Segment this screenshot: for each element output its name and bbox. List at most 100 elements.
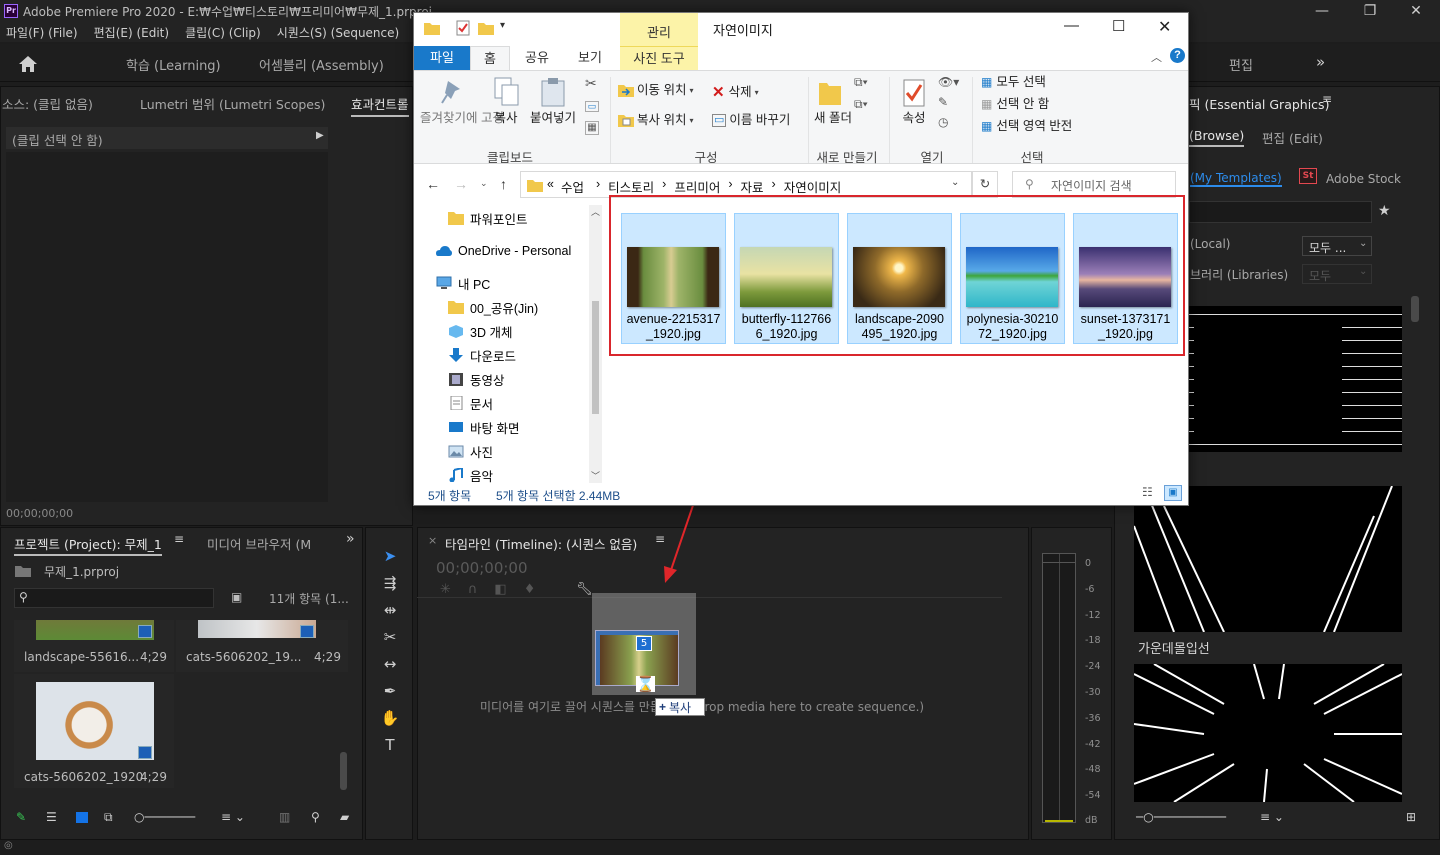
- home-icon[interactable]: [18, 55, 38, 73]
- forward-arrow-icon[interactable]: →: [454, 176, 468, 192]
- libraries-dropdown[interactable]: 모두 ⌄: [1302, 264, 1372, 284]
- template-thumbnail[interactable]: [1134, 664, 1402, 802]
- rename-button[interactable]: ▭ 이름 바꾸기: [712, 113, 790, 127]
- slip-tool-icon[interactable]: ↔: [379, 653, 401, 675]
- zoom-slider[interactable]: ○───────: [134, 810, 195, 824]
- freeform-view-icon[interactable]: ⧉: [104, 810, 113, 825]
- pin-to-quick-access-button[interactable]: 즐겨찾기에 고정: [420, 111, 504, 125]
- refresh-icon[interactable]: ↻: [972, 171, 998, 198]
- new-folder-button[interactable]: 새 폴더: [814, 111, 852, 125]
- new-bin-footer-icon[interactable]: ▰: [340, 810, 349, 824]
- close-icon[interactable]: ✕: [1392, 0, 1440, 22]
- pen-tool-icon[interactable]: ✒: [379, 680, 401, 702]
- wrench-icon[interactable]: 🔧︎: [576, 582, 593, 597]
- nav-item-powerpoint[interactable]: 파워포인트: [448, 206, 528, 230]
- recent-locations-icon[interactable]: ⌄: [480, 178, 488, 189]
- breadcrumb-item[interactable]: 티스토리: [608, 177, 654, 196]
- tab-home[interactable]: 홈: [470, 46, 510, 70]
- nav-item-this-pc[interactable]: 내 PC: [436, 271, 490, 295]
- large-icons-view-icon[interactable]: ▣: [1164, 485, 1182, 501]
- menu-sequence[interactable]: 시퀀스(S) (Sequence): [277, 24, 399, 41]
- selection-tool-icon[interactable]: ➤: [379, 545, 401, 567]
- icon-view-icon[interactable]: [76, 812, 88, 823]
- address-bar[interactable]: « 수업 › 티스토리 › 프리미어 › 자료 › 자연이미지 ⌄: [520, 171, 972, 198]
- scroll-thumb[interactable]: [592, 301, 599, 414]
- track-select-tool-icon[interactable]: ⇶: [379, 572, 401, 594]
- minimize-icon[interactable]: —: [1298, 0, 1346, 22]
- up-arrow-icon[interactable]: ↑: [500, 176, 507, 192]
- paste-button[interactable]: 붙여넣기: [526, 111, 580, 125]
- tab-browse[interactable]: (Browse): [1189, 128, 1245, 147]
- nav-item-music[interactable]: 음악: [448, 463, 493, 487]
- workspace-assembly[interactable]: 어셈블리 (Assembly): [259, 55, 384, 74]
- tab-file[interactable]: 파일: [414, 46, 470, 70]
- clip-select-dropdown[interactable]: (클립 선택 안 함) ▶: [6, 127, 328, 149]
- copy-to-button[interactable]: 복사 위치 ▾: [618, 113, 694, 127]
- new-item-icon[interactable]: ⧉▾: [854, 75, 868, 90]
- search-box[interactable]: ⚲ 자연이미지 검색: [1012, 171, 1176, 198]
- nav-item-pictures[interactable]: 사진: [448, 439, 493, 463]
- project-item[interactable]: cats-5606202_19... 4;29: [176, 620, 348, 672]
- nav-item-videos[interactable]: 동영상: [448, 367, 505, 391]
- more-tabs-icon[interactable]: »: [346, 531, 355, 547]
- menu-edit[interactable]: 편집(E) (Edit): [94, 24, 169, 41]
- workspace-learning[interactable]: 학습 (Learning): [126, 55, 221, 74]
- edit-icon[interactable]: ✎: [938, 95, 948, 109]
- tab-timeline[interactable]: 타임라인 (Timeline): (시퀀스 없음): [445, 534, 637, 553]
- project-item[interactable]: landscape-55616... 4;29: [14, 620, 174, 672]
- breadcrumb-item[interactable]: 자료: [741, 177, 764, 196]
- tab-picture-tools[interactable]: 사진 도구: [620, 46, 698, 70]
- tab-edit[interactable]: 편집 (Edit): [1262, 128, 1323, 147]
- cut-icon[interactable]: ✂: [585, 75, 597, 92]
- type-tool-icon[interactable]: T: [379, 734, 401, 756]
- history-icon[interactable]: ◷: [938, 115, 948, 129]
- nav-item-downloads[interactable]: 다운로드: [448, 343, 516, 367]
- close-tab-icon[interactable]: ×: [428, 534, 437, 547]
- template-thumbnail[interactable]: [1134, 486, 1402, 632]
- local-dropdown[interactable]: 모두 ... ⌄: [1302, 236, 1372, 256]
- explorer-maximize-icon[interactable]: ☐: [1112, 17, 1125, 35]
- paste-shortcut-icon[interactable]: ▦: [585, 121, 599, 135]
- scroll-down-icon[interactable]: ﹀: [591, 469, 600, 482]
- help-icon[interactable]: ?: [1170, 48, 1185, 63]
- new-bin-icon[interactable]: ▣: [231, 590, 242, 604]
- nav-item-3d-objects[interactable]: 3D 개체: [448, 319, 512, 343]
- tab-media-browser[interactable]: 미디어 브라우저 (M: [207, 534, 311, 553]
- invert-selection-button[interactable]: ▦ 선택 영역 반전: [981, 119, 1072, 133]
- manage-context-tab[interactable]: 관리: [620, 13, 698, 46]
- properties-icon[interactable]: [456, 20, 470, 36]
- find-icon[interactable]: ⚲: [311, 810, 320, 824]
- nav-item-shared[interactable]: 00_공유(Jin): [448, 295, 538, 319]
- move-to-button[interactable]: 이동 위치 ▾: [618, 83, 694, 97]
- essential-menu-icon[interactable]: ≡: [1322, 92, 1332, 106]
- scroll-up-icon[interactable]: ︿: [591, 205, 600, 218]
- list-view-icon[interactable]: ☰: [46, 810, 57, 824]
- tab-adobe-stock[interactable]: Adobe Stock: [1326, 172, 1401, 186]
- sort-icon[interactable]: ≡ ⌄: [1260, 810, 1284, 824]
- details-view-icon[interactable]: ☷: [1142, 485, 1153, 499]
- hand-tool-icon[interactable]: ✋: [379, 707, 401, 729]
- panel-menu-icon[interactable]: ≡: [174, 532, 184, 546]
- nav-scrollbar[interactable]: ︿ ﹀: [589, 205, 602, 483]
- copy-path-icon[interactable]: ▭: [585, 101, 599, 112]
- star-icon[interactable]: ★: [1378, 203, 1391, 219]
- select-all-button[interactable]: ▦ 모두 선택: [981, 75, 1046, 89]
- sort-icon[interactable]: ≡ ⌄: [221, 810, 245, 824]
- breadcrumb-overflow[interactable]: «: [547, 177, 554, 196]
- nav-item-onedrive[interactable]: OneDrive - Personal: [436, 239, 571, 263]
- delete-button[interactable]: ✕ 삭제 ▾: [712, 83, 759, 101]
- razor-tool-icon[interactable]: ✂: [379, 626, 401, 648]
- breadcrumb-item[interactable]: 프리미어: [674, 177, 720, 196]
- back-arrow-icon[interactable]: ←: [426, 176, 440, 192]
- tab-share[interactable]: 공유: [514, 46, 560, 70]
- ripple-edit-tool-icon[interactable]: ⇹: [379, 599, 401, 621]
- explorer-minimize-icon[interactable]: —: [1064, 17, 1079, 34]
- breadcrumb-item[interactable]: 수업: [561, 177, 584, 196]
- tab-project[interactable]: 프로젝트 (Project): 무제_1: [14, 534, 162, 556]
- automate-icon[interactable]: ▥: [279, 810, 290, 824]
- essential-scrollbar[interactable]: [1411, 296, 1419, 322]
- select-none-button[interactable]: ▦ 선택 안 함: [981, 97, 1049, 111]
- tab-lumetri-scopes[interactable]: Lumetri 범위 (Lumetri Scopes): [140, 94, 325, 113]
- address-dropdown-icon[interactable]: ⌄: [951, 177, 959, 188]
- tab-my-templates[interactable]: (My Templates): [1190, 171, 1282, 187]
